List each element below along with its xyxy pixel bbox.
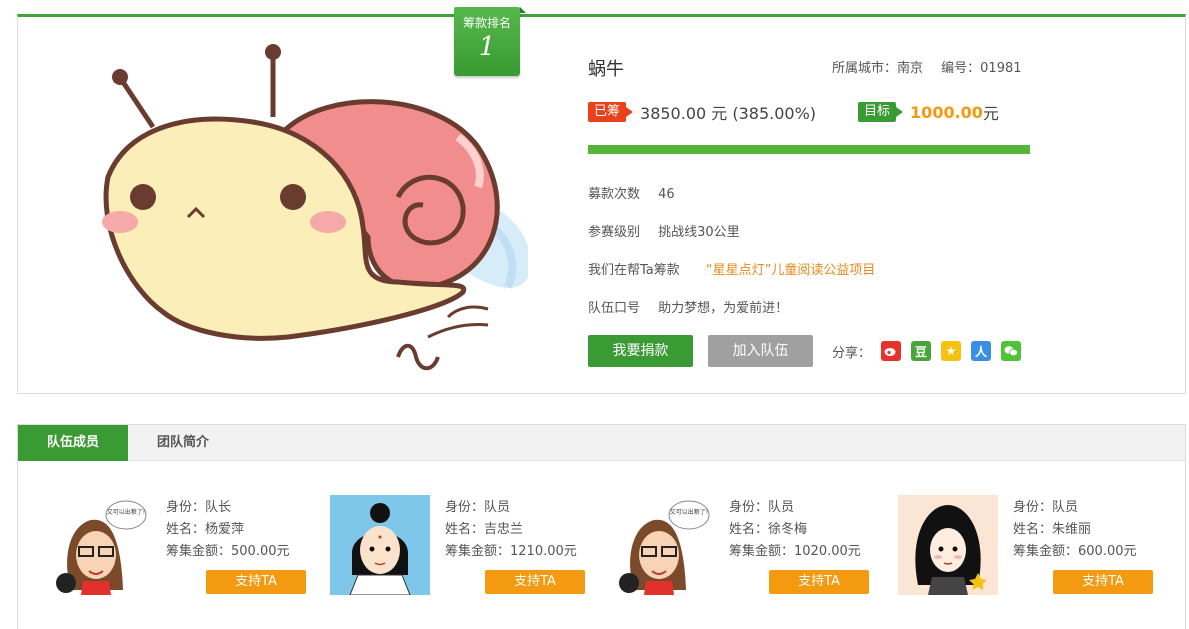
avatar-bubble-text: 又可以出粮了! [670, 508, 708, 516]
avatar: 又可以出粮了! [51, 495, 151, 595]
tab-members[interactable]: 队伍成员 [18, 425, 128, 461]
member-name: 姓名：杨爱萍 [166, 522, 245, 537]
level-label: 参赛级别 [588, 225, 641, 240]
douban-icon[interactable]: 豆 [911, 341, 932, 361]
slogan-row: 队伍口号 助力梦想，为爱前进！ [588, 297, 788, 316]
member-name: 姓名：吉忠兰 [445, 522, 524, 537]
renren-icon[interactable]: 人 [971, 341, 992, 361]
member-amount: 筹集金额：600.00元 [1013, 544, 1137, 559]
member-name: 姓名：朱维丽 [1013, 522, 1092, 537]
donate-button[interactable]: 我要捐款 [588, 335, 693, 367]
team-summary-card: 筹款排名 1 蜗牛 所属城市：南京 编号：01981 已筹 3850.00 元 … [17, 7, 1186, 394]
share-label: 分享： [832, 345, 872, 361]
funding-progress-bar [588, 145, 1030, 154]
join-team-button[interactable]: 加入队伍 [708, 335, 813, 367]
member-role: 身份：队员 [729, 500, 795, 515]
target-unit: 元 [982, 104, 999, 123]
target-amount: 1000.00 [910, 102, 983, 122]
avatar [330, 495, 430, 595]
wechat-icon[interactable] [1001, 341, 1022, 361]
team-members-panel: 队伍成员 团队简介 又可以出粮了! 身份：队长 姓名：杨爱萍 筹集金额：500.… [17, 424, 1186, 629]
member-amount: 筹集金额：1020.00元 [729, 544, 861, 559]
support-button[interactable]: 支持TA [769, 570, 869, 594]
member-role: 身份：队长 [166, 500, 232, 515]
level-row: 参赛级别 挑战线30公里 [588, 221, 740, 240]
tab-team-intro[interactable]: 团队简介 [128, 425, 238, 461]
donation-count-value: 46 [658, 187, 675, 202]
member-info: 身份：队员 姓名：吉忠兰 筹集金额：1210.00元 [445, 497, 577, 563]
member-list: 又可以出粮了! 身份：队长 姓名：杨爱萍 筹集金额：500.00元 支持TA 身… [51, 495, 1171, 605]
avatar [898, 495, 998, 595]
member-role: 身份：队员 [1013, 500, 1079, 515]
slogan-label: 队伍口号 [588, 301, 641, 316]
member-name: 姓名：徐冬梅 [729, 522, 808, 537]
member-amount: 筹集金额：500.00元 [166, 544, 290, 559]
member-info: 身份：队员 姓名：徐冬梅 筹集金额：1020.00元 [729, 497, 861, 563]
team-meta: 所属城市：南京 编号：01981 [832, 57, 1036, 76]
help-row: 我们在帮Ta筹款 “星星点灯”儿童阅读公益项目 [588, 259, 875, 278]
avatar: 又可以出粮了! [614, 495, 714, 595]
team-id: 编号：01981 [941, 61, 1022, 76]
team-name: 蜗牛 [588, 59, 624, 80]
member-card: 又可以出粮了! 身份：队长 姓名：杨爱萍 筹集金额：500.00元 支持TA [51, 495, 321, 605]
raised-amount: 3850.00 元 (385.00%) [640, 104, 817, 123]
level-value: 挑战线30公里 [658, 225, 740, 240]
funding-row: 已筹 3850.00 元 (385.00%) 目标 1000.00 元 [588, 101, 999, 123]
member-info: 身份：队长 姓名：杨爱萍 筹集金额：500.00元 [166, 497, 290, 563]
avatar-bubble-text: 又可以出粮了! [107, 508, 145, 516]
team-info: 蜗牛 所属城市：南京 编号：01981 已筹 3850.00 元 (385.00… [588, 17, 1148, 393]
member-role: 身份：队员 [445, 500, 511, 515]
slogan-value: 助力梦想，为爱前进！ [658, 301, 789, 316]
project-link[interactable]: “星星点灯”儿童阅读公益项目 [706, 263, 875, 278]
share-bar: 分享： 豆 ★ 人 [832, 341, 1022, 361]
team-city: 所属城市：南京 [832, 61, 924, 76]
support-button[interactable]: 支持TA [206, 570, 306, 594]
help-label: 我们在帮Ta筹款 [588, 263, 680, 278]
team-tabs: 队伍成员 团队简介 [18, 425, 1185, 461]
support-button[interactable]: 支持TA [1053, 570, 1153, 594]
weibo-icon[interactable] [881, 341, 902, 361]
member-info: 身份：队员 姓名：朱维丽 筹集金额：600.00元 [1013, 497, 1137, 563]
target-tag: 目标 [858, 102, 904, 122]
qzone-icon[interactable]: ★ [941, 341, 962, 361]
snail-illustration [102, 44, 528, 371]
donation-count-label: 募款次数 [588, 187, 641, 202]
funding-progress-fill [588, 145, 1030, 154]
support-button[interactable]: 支持TA [485, 570, 585, 594]
member-card: 身份：队员 姓名：朱维丽 筹集金额：600.00元 支持TA [898, 495, 1168, 605]
member-card: 身份：队员 姓名：吉忠兰 筹集金额：1210.00元 支持TA [330, 495, 600, 605]
member-amount: 筹集金额：1210.00元 [445, 544, 577, 559]
donation-count-row: 募款次数 46 [588, 183, 675, 202]
rank-caption: 筹款排名 [462, 16, 511, 30]
page: { "header": { "rank_caption": "筹款排名", "r… [0, 0, 1189, 629]
member-card: 又可以出粮了! 身份：队员 姓名：徐冬梅 筹集金额：1020.00元 支持TA [614, 495, 884, 605]
raised-tag: 已筹 [588, 102, 634, 122]
